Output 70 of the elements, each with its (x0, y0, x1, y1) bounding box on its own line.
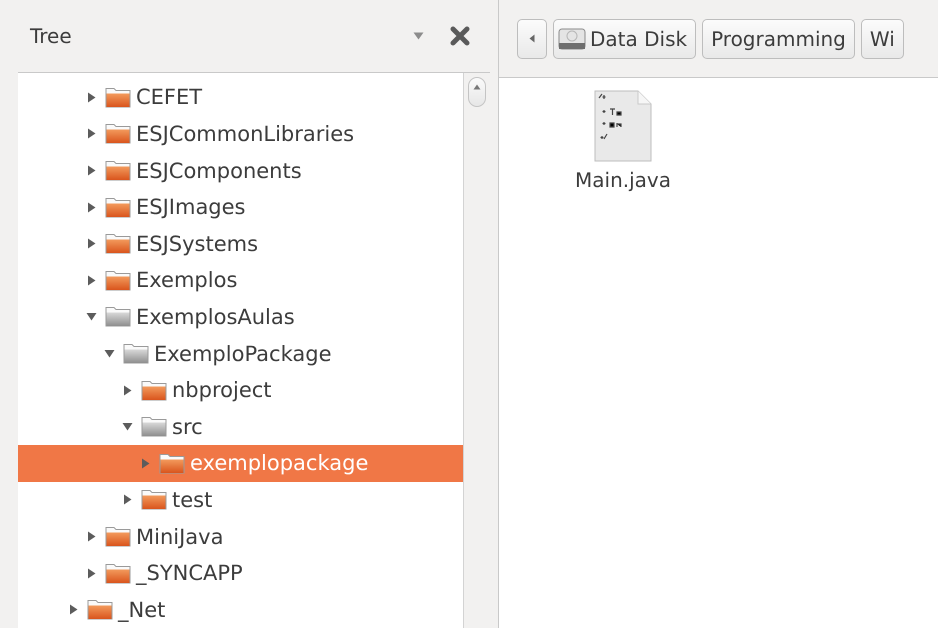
folder-icon (105, 160, 131, 182)
tree-row[interactable]: ESJCommonLibraries (18, 116, 463, 152)
tree-row[interactable]: CEFET (18, 79, 463, 116)
tree-row[interactable]: ExemploPackage (18, 335, 463, 372)
collapsed-arrow-icon[interactable] (86, 165, 97, 176)
collapsed-arrow-icon[interactable] (86, 274, 97, 286)
file-name: Main.java (575, 168, 672, 192)
dropdown-icon[interactable] (413, 32, 424, 40)
folder-name: ESJSystems (136, 232, 258, 256)
collapsed-arrow-icon[interactable] (122, 494, 133, 506)
folder-name: _Net (118, 598, 166, 622)
expanded-arrow-icon[interactable] (104, 348, 115, 360)
drive-icon (558, 26, 586, 50)
collapsed-arrow-icon[interactable] (68, 604, 79, 616)
path-button[interactable]: Programming (702, 18, 855, 58)
folder-name: ExemploPackage (154, 342, 332, 366)
folder-name: Exemplos (136, 268, 238, 292)
folder-icon (141, 380, 167, 401)
folder-icon (141, 489, 167, 510)
tree-row[interactable]: nbproject (18, 372, 463, 408)
collapsed-arrow-icon[interactable] (86, 202, 97, 213)
text-file-icon[interactable] (594, 90, 652, 162)
collapsed-arrow-icon[interactable] (86, 128, 97, 140)
folder-icon (105, 270, 131, 291)
collapsed-arrow-icon[interactable] (86, 531, 97, 542)
expanded-arrow-icon[interactable] (86, 311, 97, 322)
folder-icon (105, 233, 131, 254)
folder-icon (105, 123, 131, 144)
folder-name: src (172, 414, 203, 439)
tree-row[interactable]: ESJComponents (18, 152, 463, 189)
folder-icon (105, 86, 131, 108)
collapsed-arrow-icon[interactable] (86, 92, 97, 103)
tree-row[interactable]: _SYNCAPP (18, 554, 463, 592)
folder-icon (105, 306, 131, 328)
tree-row[interactable]: src (18, 408, 463, 446)
up-arrow-icon (473, 84, 481, 90)
folder-icon (105, 562, 131, 584)
tree-row[interactable]: test (18, 482, 463, 518)
folder-icon (123, 343, 149, 364)
tree-row[interactable]: ExemplosAulas (18, 298, 463, 336)
tree-row[interactable]: _Net (18, 591, 463, 628)
collapsed-arrow-icon[interactable] (86, 238, 97, 250)
collapsed-arrow-icon[interactable] (86, 568, 97, 579)
folder-name: _SYNCAPP (136, 561, 243, 586)
folder-name: ExemplosAulas (136, 304, 295, 329)
folder-name: ESJCommonLibraries (136, 122, 354, 146)
collapsed-arrow-icon[interactable] (122, 384, 133, 396)
path-button[interactable]: Wi (860, 18, 904, 58)
tree-row[interactable]: Exemplos (18, 262, 463, 299)
folder-icon (87, 599, 113, 620)
folder-icon (159, 452, 185, 474)
folder-icon (141, 416, 167, 438)
tree-row[interactable]: ESJSystems (18, 225, 463, 262)
folder-name: ESJImages (136, 195, 246, 220)
left-arrow-icon (529, 34, 535, 43)
close-icon[interactable] (450, 26, 470, 46)
panel-title: Tree (30, 24, 73, 48)
folder-name: MiniJava (136, 524, 224, 549)
tree-row[interactable]: ESJImages (18, 188, 463, 226)
expanded-arrow-icon[interactable] (122, 421, 133, 432)
tree-row[interactable]: MiniJava (18, 518, 463, 555)
path-button[interactable]: Data Disk (553, 18, 696, 58)
folder-name: nbproject (172, 378, 272, 402)
folder-name: ESJComponents (136, 158, 302, 183)
folder-name: exemplopackage (190, 451, 368, 476)
folder-name: test (172, 488, 212, 512)
folder-icon (105, 196, 131, 218)
folder-name: CEFET (136, 85, 202, 110)
folder-icon (105, 526, 131, 548)
scroll-up-button[interactable] (468, 77, 486, 108)
